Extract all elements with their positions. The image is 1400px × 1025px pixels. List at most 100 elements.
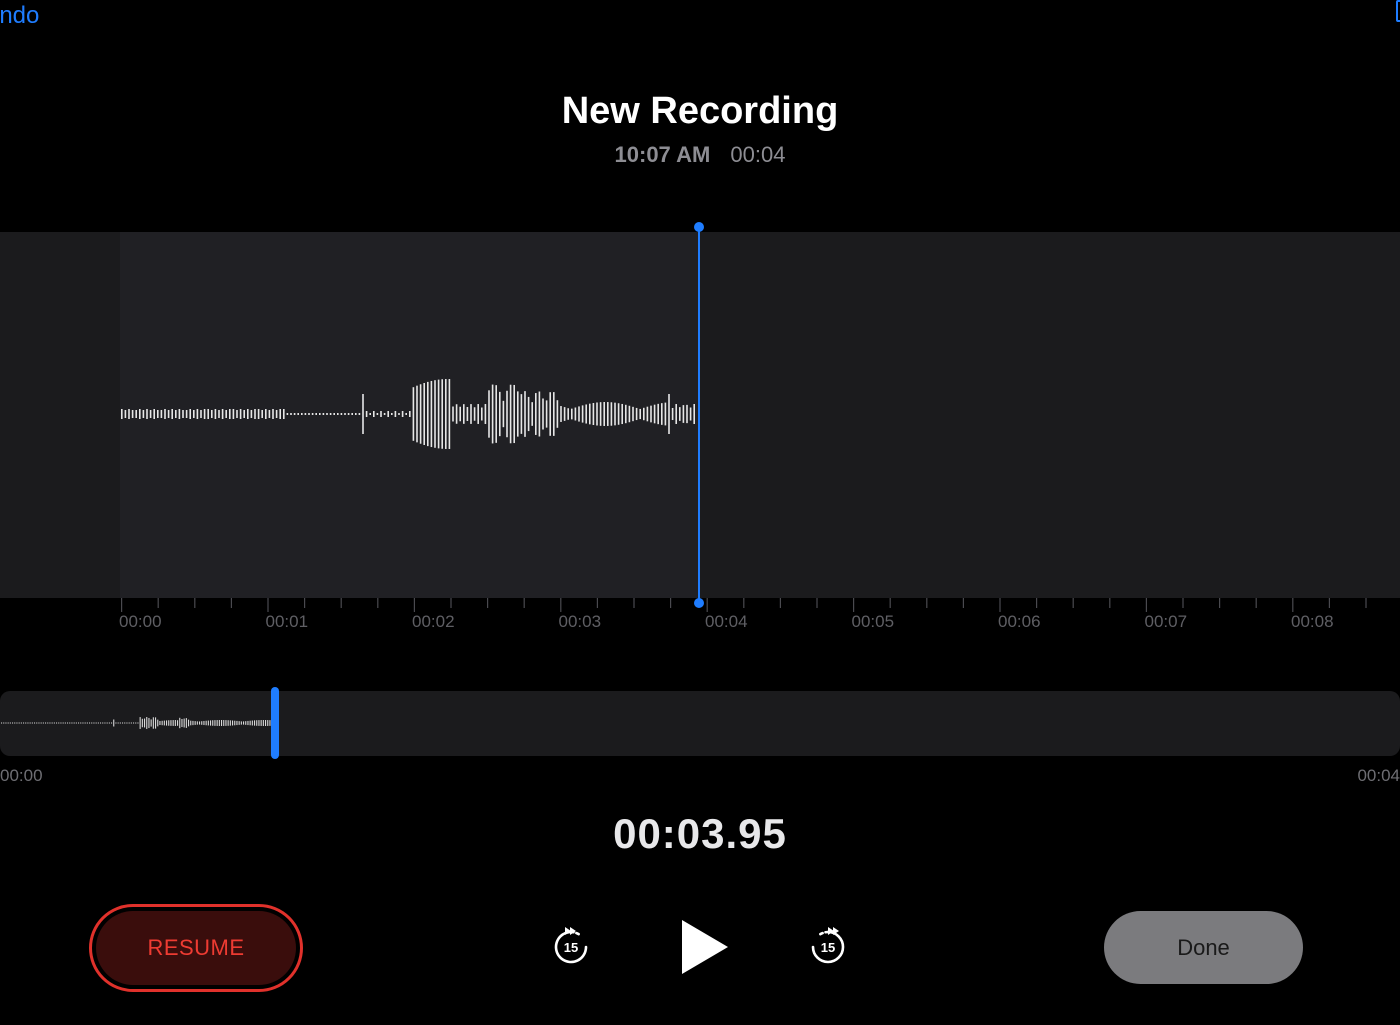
waveform-bar <box>603 402 605 426</box>
waveform-bar <box>337 413 339 415</box>
waveform-bar <box>459 406 461 422</box>
waveform-bar <box>607 402 609 426</box>
playhead-handle-bottom[interactable] <box>694 598 704 608</box>
waveform-bar <box>104 722 106 724</box>
playhead-handle-top[interactable] <box>694 222 704 232</box>
waveform-bar <box>160 410 163 418</box>
waveform-bar <box>207 720 209 726</box>
overview-scrubber[interactable] <box>0 691 1400 756</box>
timeline-tick <box>633 598 635 608</box>
waveform-bar <box>560 406 562 422</box>
timeline-tick <box>889 598 891 608</box>
timeline-tick-label: 00:07 <box>1144 612 1188 631</box>
elapsed-time: 00:03.95 <box>613 810 787 857</box>
undo-button[interactable]: Undo <box>0 2 39 30</box>
waveform-bar <box>261 410 263 418</box>
waveform-bar <box>128 722 130 724</box>
timeline-tick <box>230 598 232 608</box>
trim-icon[interactable] <box>1396 0 1400 22</box>
waveform-bar <box>351 413 353 415</box>
waveform-bar <box>179 717 181 729</box>
timeline-tick <box>999 598 1001 612</box>
waveform-bar <box>445 379 447 449</box>
waveform-bar <box>205 720 207 726</box>
waveform-bar <box>387 411 389 417</box>
waveform-bar <box>326 413 328 415</box>
waveform-bar <box>355 413 357 415</box>
waveform-bar <box>229 720 231 726</box>
waveform-bar <box>73 722 75 724</box>
waveform-bar <box>135 410 137 418</box>
waveform-bar <box>614 402 616 426</box>
waveform-panel[interactable] <box>0 232 1400 598</box>
waveform-bar <box>7 722 9 724</box>
waveform-bar <box>380 411 382 417</box>
waveform-bar <box>185 718 187 728</box>
waveform-bar <box>27 722 29 724</box>
waveform-bar <box>203 409 206 419</box>
waveform-bar <box>455 404 458 424</box>
waveform-bar <box>86 722 88 724</box>
waveform-bar <box>163 720 165 726</box>
timeline-tick <box>1255 598 1257 608</box>
waveform-bar <box>12 722 14 724</box>
waveform-bar <box>45 722 47 724</box>
waveform-bar <box>538 391 541 437</box>
waveform-bar <box>38 722 40 724</box>
timeline-tick <box>706 598 708 612</box>
waveform-bar <box>14 722 16 724</box>
waveform-bar <box>225 410 227 418</box>
waveform-bar <box>639 408 641 420</box>
waveform-bar <box>182 410 184 418</box>
skip-forward-15-icon[interactable]: 15 <box>806 925 850 969</box>
waveform-bar <box>643 407 645 421</box>
timeline-tick <box>926 598 928 608</box>
done-button[interactable]: Done <box>1104 911 1303 984</box>
waveform-bar <box>517 391 519 437</box>
play-icon[interactable] <box>676 917 732 977</box>
waveform-bar <box>416 385 418 443</box>
waveform-bar <box>664 402 667 426</box>
timeline-tick <box>340 598 342 608</box>
waveform-bar <box>513 384 515 444</box>
waveform-bar <box>409 411 411 417</box>
playhead[interactable] <box>698 227 700 603</box>
timeline-tick-label: 00:06 <box>998 612 1041 631</box>
recording-title[interactable]: New Recording <box>0 90 1400 133</box>
waveform-bar <box>216 720 218 726</box>
waveform-bar <box>556 400 559 428</box>
waveform-bar <box>405 413 407 415</box>
skip-back-15-icon[interactable]: 15 <box>549 925 593 969</box>
waveform-bar <box>113 719 115 727</box>
waveform-bar <box>315 413 317 415</box>
waveform-bar <box>311 413 314 415</box>
timeline-tick-label: 00:00 <box>119 612 162 631</box>
timeline-tick <box>487 598 489 608</box>
waveform-bar <box>531 402 533 426</box>
waveform-bar <box>36 722 38 724</box>
waveform-bar <box>448 379 451 449</box>
timeline-tick <box>1036 598 1038 608</box>
resume-button[interactable]: RESUME <box>89 904 303 992</box>
waveform-bar <box>250 410 253 418</box>
waveform-bar <box>124 410 127 418</box>
waveform-bar <box>301 413 303 415</box>
waveform-bar <box>174 720 176 726</box>
waveform-bar <box>650 405 652 423</box>
timeline-tick-label: 00:04 <box>705 612 748 631</box>
overview-playhead-handle[interactable] <box>271 687 279 759</box>
waveform-bar <box>84 722 86 724</box>
waveform-bar <box>144 718 146 728</box>
waveform-bar <box>115 722 117 724</box>
waveform-bar <box>297 413 299 415</box>
waveform-bar <box>124 722 126 724</box>
waveform-bar <box>188 719 190 727</box>
waveform-bar <box>596 402 598 426</box>
waveform-bar <box>268 410 271 418</box>
waveform-bar <box>142 410 145 418</box>
waveform-bar <box>391 413 393 415</box>
waveform-bar <box>58 722 60 724</box>
waveform-bar <box>578 406 580 422</box>
waveform-bar <box>60 722 62 724</box>
timeline-tick <box>304 598 306 608</box>
